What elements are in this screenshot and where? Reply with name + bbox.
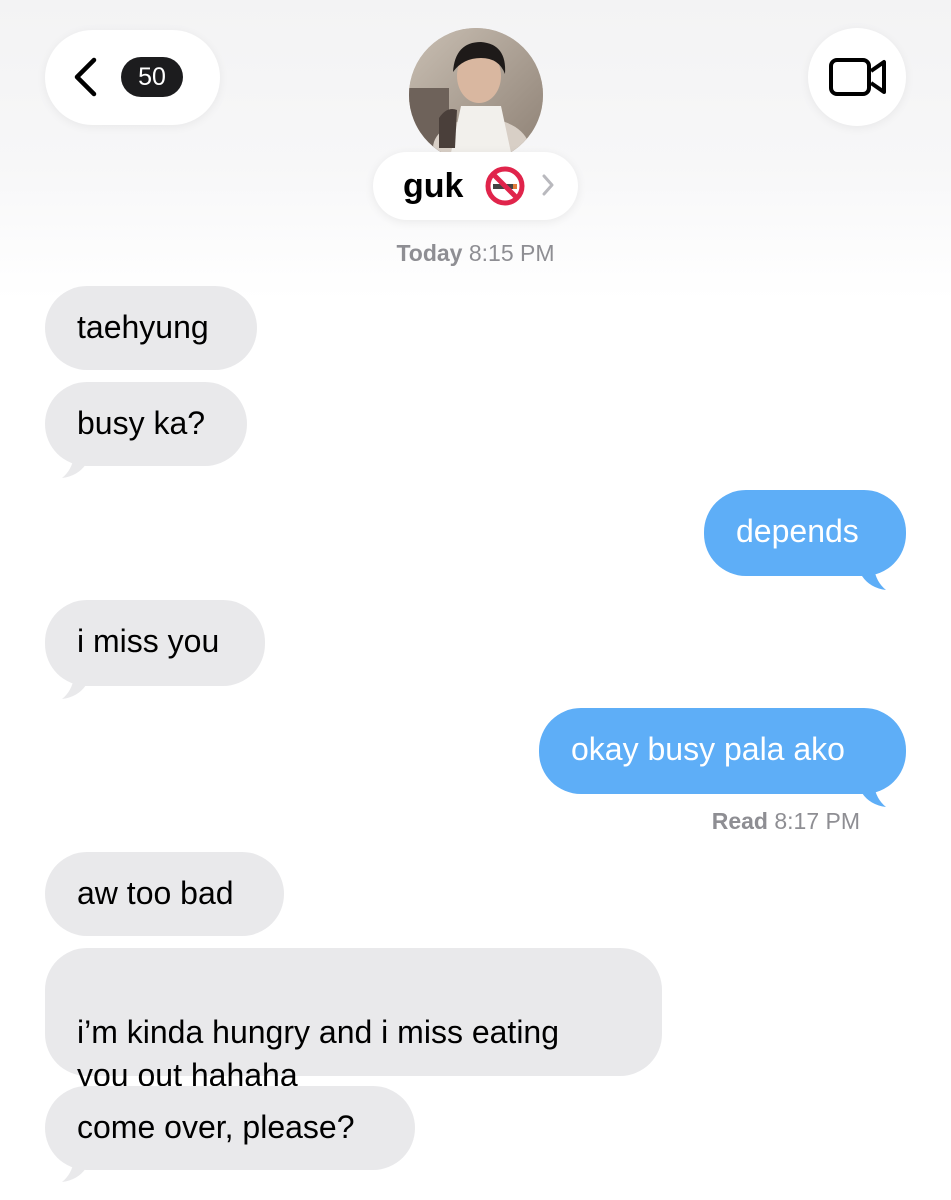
timestamp-time: 8:15 PM: [468, 240, 555, 266]
message-bubble-incoming[interactable]: i miss you: [45, 600, 265, 686]
message-text: busy ka?: [77, 405, 206, 441]
read-label: Read: [711, 808, 768, 834]
video-call-button[interactable]: [808, 28, 906, 126]
message-bubble-incoming[interactable]: i’m kinda hungry and i miss eating you o…: [45, 948, 662, 1093]
contact-name-button[interactable]: guk: [373, 152, 578, 220]
message-text: depends: [736, 513, 859, 549]
message-text: taehyung: [77, 309, 209, 345]
bubble-tail: [62, 677, 86, 699]
chevron-right-icon: [542, 174, 554, 201]
message-text: i miss you: [77, 623, 220, 659]
message-text: aw too bad: [77, 875, 234, 911]
bubble-tail: [62, 1160, 86, 1182]
unread-count-badge: 50: [121, 57, 183, 97]
no-smoking-icon: [485, 166, 525, 206]
back-button[interactable]: 50: [45, 30, 220, 125]
contact-name: guk: [403, 167, 464, 205]
contact-avatar[interactable]: [409, 28, 543, 162]
bubble-tail: [62, 456, 86, 478]
video-camera-icon: [829, 58, 886, 96]
message-text: okay busy pala ako: [571, 731, 845, 767]
message-bubble-incoming[interactable]: aw too bad: [45, 852, 284, 936]
message-bubble-outgoing[interactable]: okay busy pala ako: [539, 708, 906, 794]
chevron-left-icon: [70, 57, 100, 97]
message-text: i’m kinda hungry and i miss eating you o…: [77, 1014, 560, 1093]
message-bubble-incoming[interactable]: taehyung: [45, 286, 257, 370]
read-time: 8:17 PM: [774, 808, 860, 834]
timestamp-day: Today: [396, 240, 463, 266]
messages-screen: 50 guk Today 8:15 PM taehyung busy ka? d…: [0, 0, 951, 1200]
message-bubble-incoming[interactable]: come over, please?: [45, 1086, 415, 1170]
bubble-tail: [862, 785, 886, 807]
message-bubble-incoming[interactable]: busy ka?: [45, 382, 247, 466]
conversation-timestamp: Today 8:15 PM: [0, 240, 951, 267]
message-text: come over, please?: [77, 1109, 355, 1145]
bubble-tail: [862, 568, 886, 590]
read-receipt: Read 8:17 PM: [712, 808, 860, 835]
message-bubble-outgoing[interactable]: depends: [704, 490, 906, 576]
